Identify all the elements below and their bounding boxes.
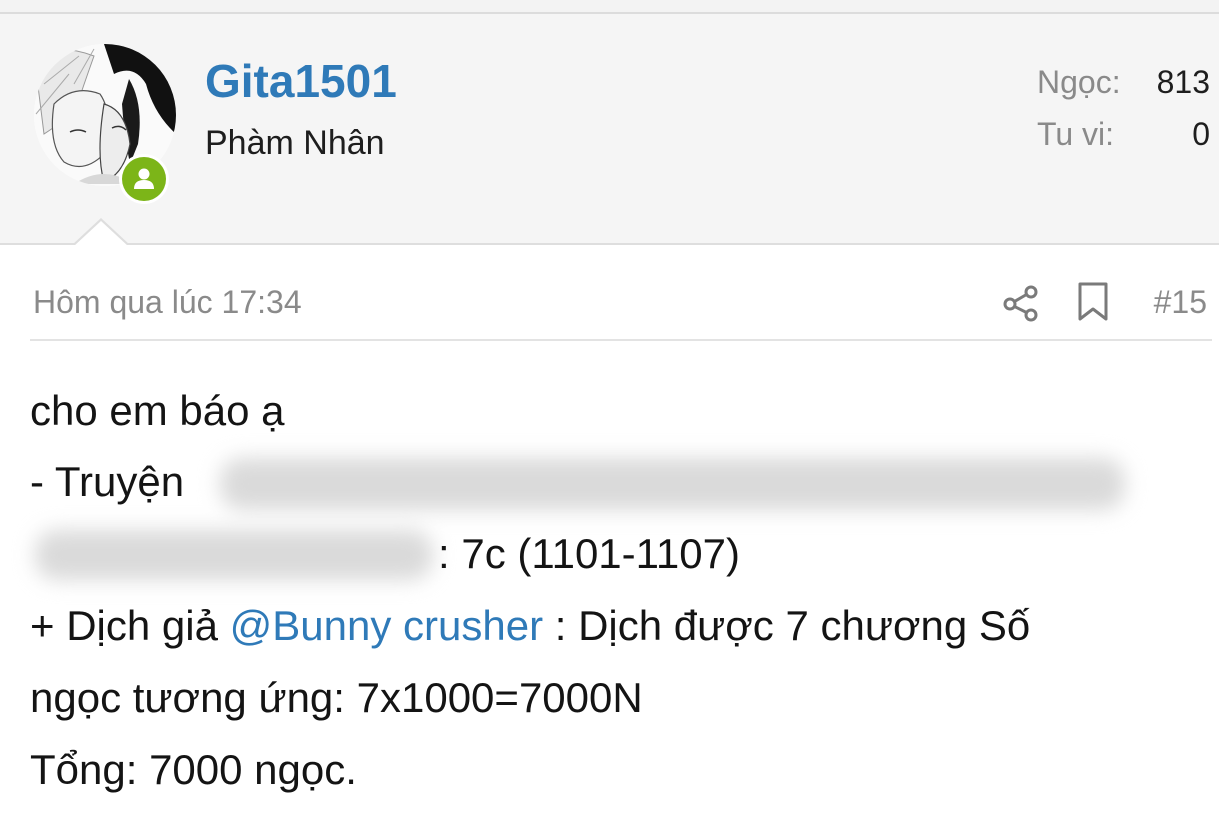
user-bar-arrow-inner bbox=[74, 221, 128, 246]
user-online-icon bbox=[122, 157, 166, 201]
post-header-divider bbox=[30, 339, 1212, 341]
bookmark-icon[interactable] bbox=[1076, 281, 1110, 323]
post-line-5: ngọc tương ứng: 7x1000=7000N bbox=[30, 674, 643, 721]
stat-value-tu-vi: 0 bbox=[1192, 116, 1210, 152]
line-4-suffix: : Dịch được 7 chương Số bbox=[543, 602, 1031, 649]
line-4-prefix: + Dịch giả bbox=[30, 602, 230, 649]
post-line-2: - Truyện bbox=[30, 458, 185, 505]
share-icon[interactable] bbox=[1001, 283, 1041, 323]
redacted-story-title bbox=[220, 458, 1125, 510]
stat-label-ngoc: Ngọc: bbox=[1037, 64, 1121, 100]
post-line-1: cho em báo ạ bbox=[30, 387, 285, 434]
post-line-4: + Dịch giả @Bunny crusher : Dịch được 7 … bbox=[30, 602, 1030, 650]
post-number[interactable]: #15 bbox=[1154, 284, 1207, 321]
post-date[interactable]: Hôm qua lúc 17:34 bbox=[33, 284, 302, 321]
user-mention-link[interactable]: @Bunny crusher bbox=[230, 602, 543, 649]
user-rank: Phàm Nhân bbox=[205, 124, 385, 162]
top-strip bbox=[0, 0, 1219, 14]
stat-label-tu-vi: Tu vi: bbox=[1037, 116, 1115, 152]
stat-value-ngoc: 813 bbox=[1156, 64, 1210, 100]
online-status-badge bbox=[119, 154, 169, 204]
redacted-story-title-cont bbox=[35, 530, 433, 580]
post-line-3: : 7c (1101-1107) bbox=[438, 530, 740, 577]
username[interactable]: Gita1501 bbox=[205, 54, 397, 108]
post-line-6: Tổng: 7000 ngọc. bbox=[30, 746, 357, 793]
